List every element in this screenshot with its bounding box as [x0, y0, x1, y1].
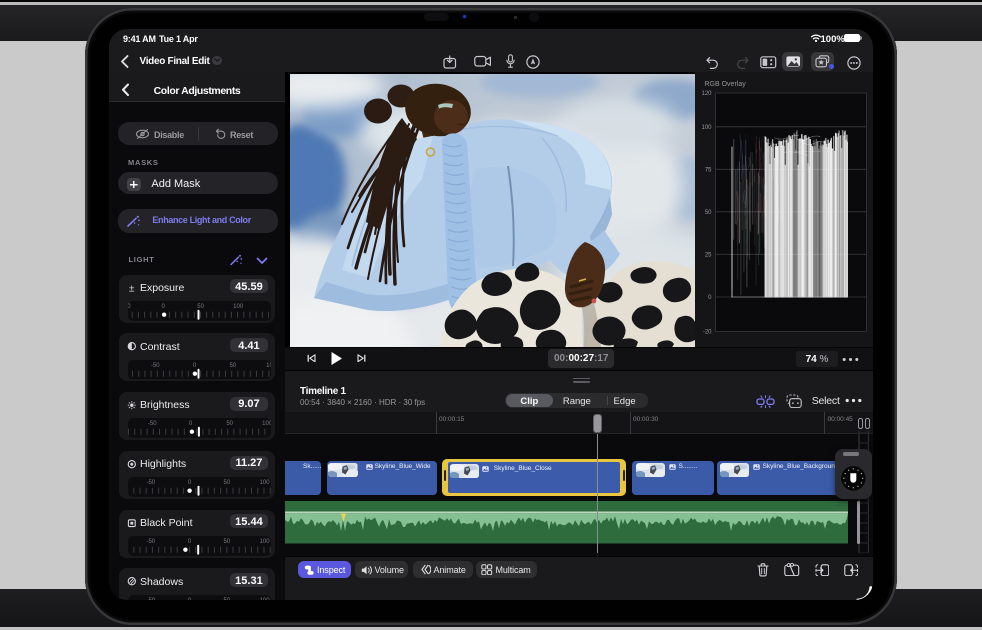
svg-text:50: 50: [229, 363, 236, 369]
svg-text:-50: -50: [148, 421, 157, 427]
svg-text:50: 50: [704, 210, 711, 216]
svg-text:50: 50: [223, 597, 230, 600]
svg-text:RGB Overlay: RGB Overlay: [704, 81, 746, 88]
svg-text:50: 50: [226, 421, 233, 427]
svg-text:100: 100: [259, 539, 270, 545]
svg-text:50: 50: [223, 480, 230, 486]
svg-text:120: 120: [701, 91, 712, 97]
svg-text:100: 100: [233, 304, 244, 310]
svg-text:±: ±: [129, 283, 135, 294]
svg-text:-20: -20: [702, 330, 711, 336]
svg-text:-50: -50: [146, 597, 155, 600]
svg-text:50: 50: [223, 539, 230, 545]
svg-text:100: 100: [259, 480, 270, 486]
svg-text:100: 100: [266, 363, 271, 369]
svg-text:100: 100: [701, 125, 712, 131]
svg-text:100: 100: [262, 421, 271, 427]
svg-text:25: 25: [704, 253, 711, 259]
svg-text:100: 100: [259, 597, 270, 600]
svg-text:-50: -50: [146, 480, 155, 486]
svg-text:50: 50: [197, 304, 204, 310]
svg-text:75: 75: [704, 168, 711, 174]
svg-text:-50: -50: [146, 539, 155, 545]
svg-text:-50: -50: [151, 363, 160, 369]
